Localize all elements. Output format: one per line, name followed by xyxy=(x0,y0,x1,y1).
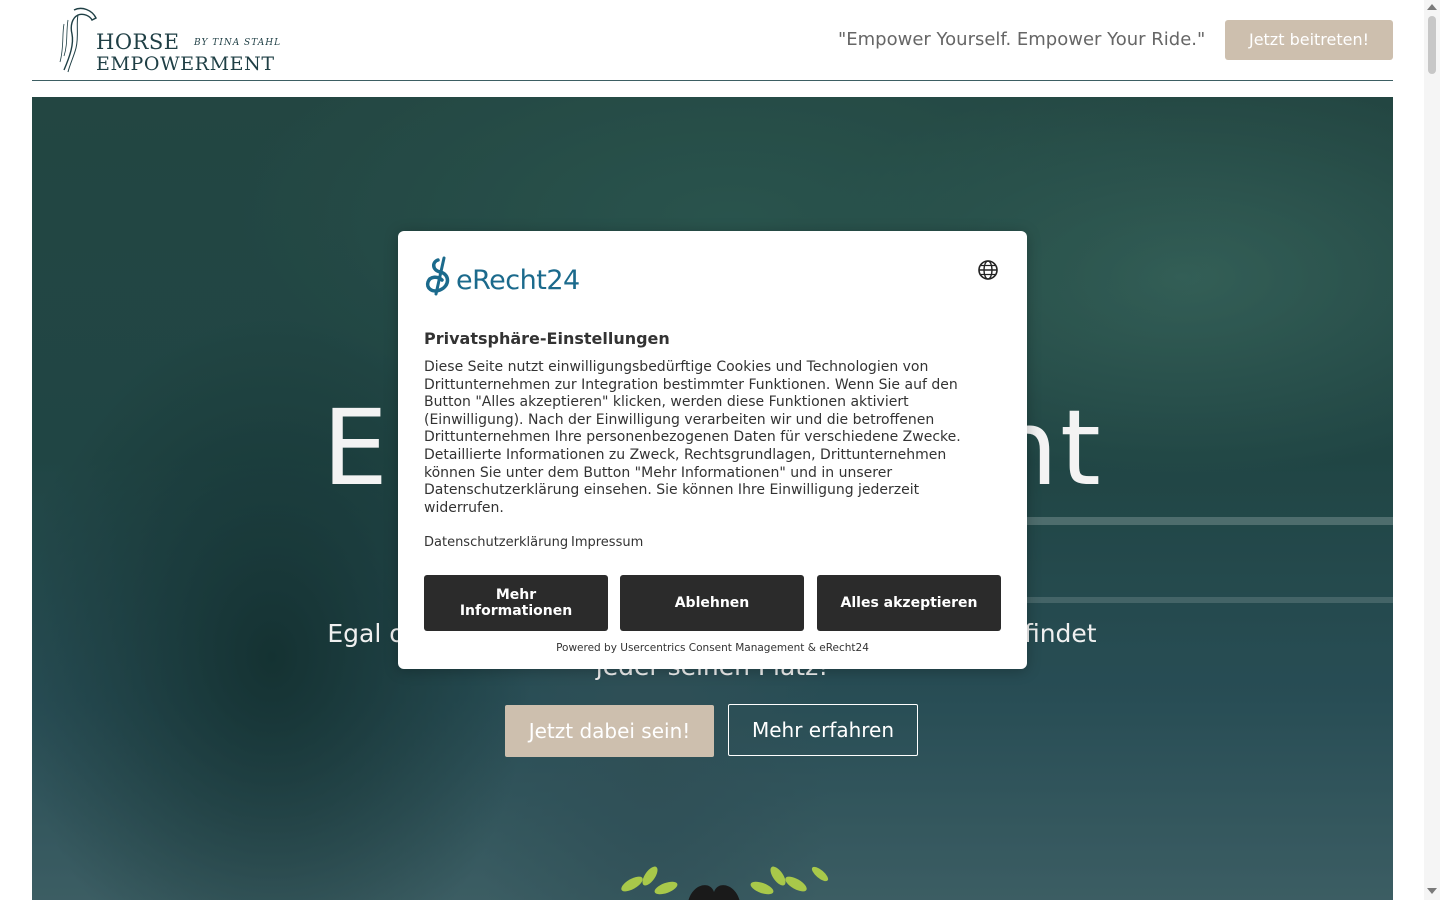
learn-more-button[interactable]: Mehr erfahren xyxy=(728,704,918,756)
consent-dialog: eRecht24 Privatsphäre-Einstellungen Dies… xyxy=(398,231,1027,669)
scroll-down-arrow-icon[interactable] xyxy=(1427,888,1437,894)
logo-line-2: EMPOWERMENT xyxy=(96,53,275,75)
scrollbar-thumb[interactable] xyxy=(1428,16,1436,74)
logo-line-1: HORSE xyxy=(96,30,180,54)
erecht24-mark-icon xyxy=(425,256,450,296)
imprint-link[interactable]: Impressum xyxy=(571,535,643,550)
erecht24-wordmark: eRecht24 xyxy=(456,265,580,296)
join-now-button[interactable]: Jetzt dabei sein! xyxy=(505,705,714,757)
page-scrollbar[interactable] xyxy=(1424,0,1440,900)
laurel-icon xyxy=(621,866,829,900)
logo-byline: BY TINA STAHL xyxy=(194,38,282,48)
site-header: HORSE BY TINA STAHL EMPOWERMENT "Empower… xyxy=(32,0,1393,81)
scroll-up-arrow-icon[interactable] xyxy=(1427,4,1437,10)
accept-all-button[interactable]: Alles akzeptieren xyxy=(817,575,1001,631)
powered-by-text: Powered by Usercentrics Consent Manageme… xyxy=(556,642,869,654)
privacy-policy-link[interactable]: Datenschutzerklärung xyxy=(424,535,568,550)
deny-button[interactable]: Ablehnen xyxy=(620,575,804,631)
consent-body-text: Diese Seite nutzt einwilligungsbedürftig… xyxy=(424,359,961,516)
erecht24-logo: eRecht24 xyxy=(424,256,594,298)
horse-head-icon xyxy=(59,7,97,73)
site-logo[interactable]: HORSE BY TINA STAHL EMPOWERMENT xyxy=(52,4,292,76)
header-slogan: "Empower Yourself. Empower Your Ride." xyxy=(838,29,1206,50)
more-information-button[interactable]: Mehr Informationen xyxy=(424,575,608,631)
globe-icon[interactable] xyxy=(977,259,999,281)
join-button[interactable]: Jetzt beitreten! xyxy=(1225,20,1393,60)
consent-title: Privatsphäre-Einstellungen xyxy=(424,329,670,348)
